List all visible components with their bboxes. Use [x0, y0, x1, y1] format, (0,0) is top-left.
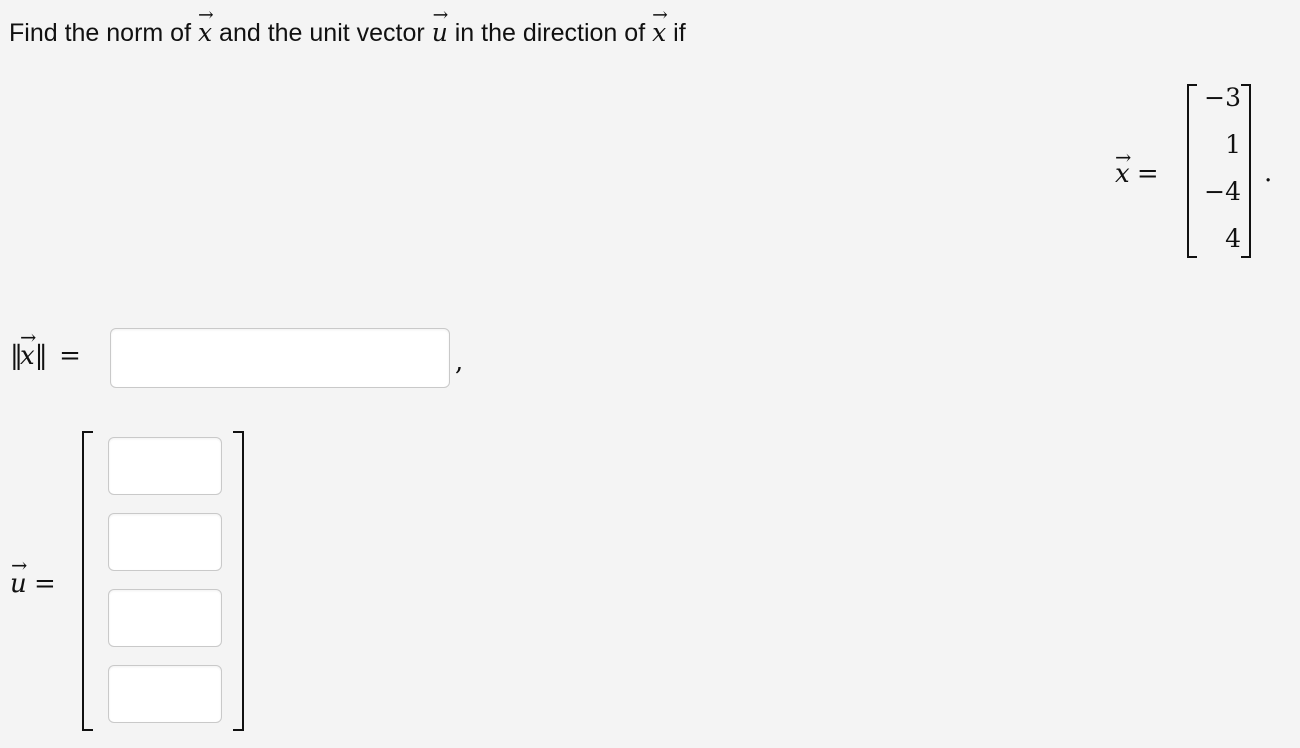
- norm-label: ‖x → ‖ =: [10, 326, 81, 373]
- given-entry-2: 1: [1225, 130, 1241, 159]
- norm-answer-input[interactable]: [110, 328, 450, 388]
- unit-vector-matrix: [82, 431, 244, 731]
- equals-sign: =: [59, 341, 81, 371]
- left-bracket: [82, 431, 93, 731]
- question-part-4: if: [666, 19, 686, 47]
- unit-entry-4-input[interactable]: [108, 665, 222, 723]
- unit-entry-1-input[interactable]: [108, 437, 222, 495]
- vector-x-symbol: x →: [652, 4, 668, 47]
- given-vector-matrix: −3 1 −4 4: [1187, 83, 1251, 258]
- unit-vector-label: u → =: [10, 554, 56, 601]
- vector-x-symbol: x →: [1114, 146, 1132, 189]
- vector-u-symbol: u →: [431, 4, 449, 47]
- comma: ,: [455, 347, 464, 377]
- vector-x-symbol: x →: [197, 4, 214, 47]
- question-part-1: Find the norm of: [9, 19, 198, 47]
- right-bracket: [233, 431, 244, 731]
- question-part-3: in the direction of: [447, 19, 653, 47]
- given-entry-4: 4: [1225, 224, 1241, 253]
- unit-entry-2-input[interactable]: [108, 513, 222, 571]
- period: .: [1264, 158, 1273, 188]
- norm-bar-left: ‖: [10, 341, 23, 371]
- unit-entry-3-input[interactable]: [108, 589, 222, 647]
- given-entry-3: −4: [1204, 177, 1241, 206]
- right-bracket: [1241, 84, 1251, 258]
- question-part-2: and the unit vector: [212, 19, 432, 47]
- vector-u-symbol: u →: [10, 554, 28, 599]
- given-vector-label: x → =: [1114, 146, 1159, 189]
- vector-x-symbol: x →: [19, 326, 37, 371]
- question-text: Find the norm of x → and the unit vector …: [9, 4, 686, 49]
- equals-sign: =: [33, 569, 56, 599]
- equals-sign: =: [1136, 159, 1159, 189]
- given-entry-1: −3: [1204, 83, 1241, 112]
- left-bracket: [1187, 84, 1197, 258]
